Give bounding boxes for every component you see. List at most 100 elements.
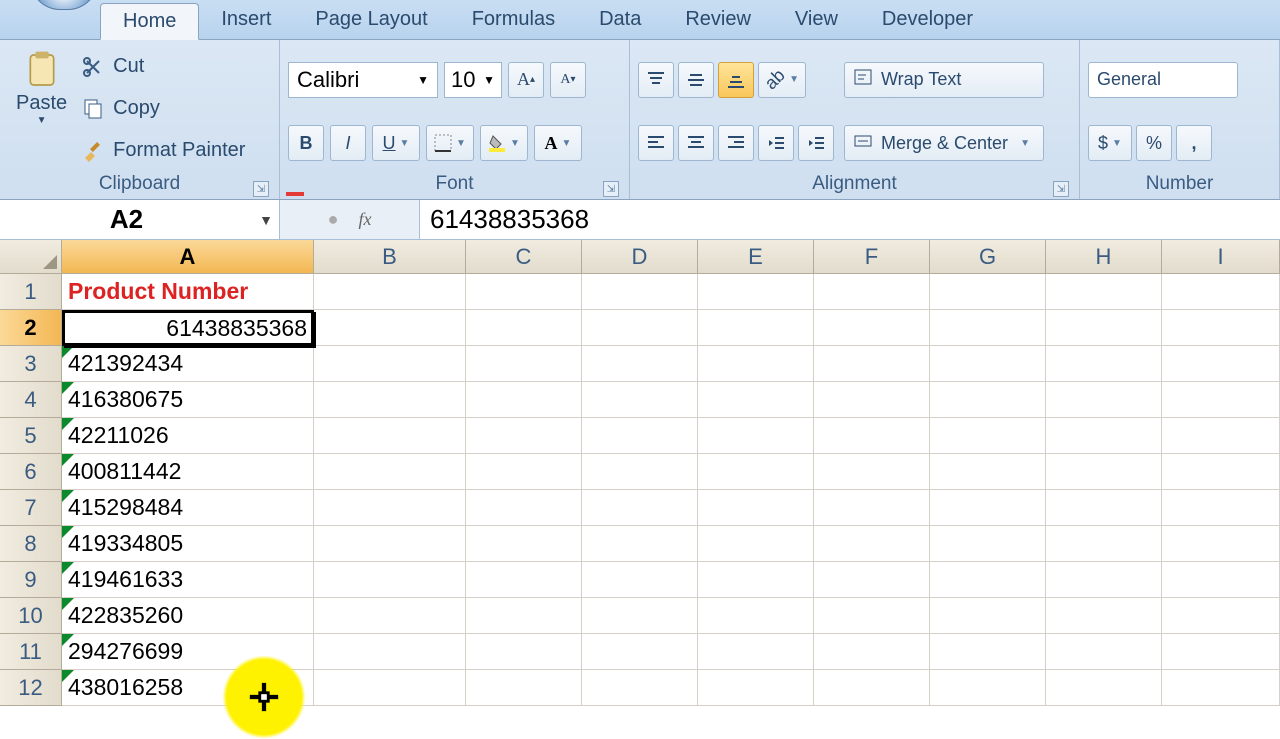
row-header-1[interactable]: 1 <box>0 274 62 310</box>
cell-E2[interactable] <box>698 310 814 346</box>
cell-C12[interactable] <box>466 670 582 706</box>
tab-view[interactable]: View <box>773 2 860 39</box>
cell-H11[interactable] <box>1046 634 1162 670</box>
row-header-3[interactable]: 3 <box>0 346 62 382</box>
cell-I7[interactable] <box>1162 490 1280 526</box>
cell-H8[interactable] <box>1046 526 1162 562</box>
col-header-C[interactable]: C <box>466 240 582 274</box>
col-header-E[interactable]: E <box>698 240 814 274</box>
cell-A7[interactable]: 415298484 <box>62 490 314 526</box>
cell-H2[interactable] <box>1046 310 1162 346</box>
cell-A8[interactable]: 419334805 <box>62 526 314 562</box>
cell-G3[interactable] <box>930 346 1046 382</box>
cell-D4[interactable] <box>582 382 698 418</box>
cell-I4[interactable] <box>1162 382 1280 418</box>
cell-A5[interactable]: 42211026 <box>62 418 314 454</box>
fill-color-button[interactable]: ▼ <box>480 125 528 161</box>
number-format-select[interactable]: General <box>1088 62 1238 98</box>
cell-I12[interactable] <box>1162 670 1280 706</box>
align-bottom-button[interactable] <box>718 62 754 98</box>
cell-G5[interactable] <box>930 418 1046 454</box>
cell-D1[interactable] <box>582 274 698 310</box>
cell-C3[interactable] <box>466 346 582 382</box>
row-header-11[interactable]: 11 <box>0 634 62 670</box>
tab-data[interactable]: Data <box>577 2 663 39</box>
cell-E7[interactable] <box>698 490 814 526</box>
col-header-F[interactable]: F <box>814 240 930 274</box>
copy-button[interactable]: Copy <box>81 89 245 127</box>
launcher-icon[interactable]: ⇲ <box>1053 181 1069 197</box>
cell-F10[interactable] <box>814 598 930 634</box>
cell-G10[interactable] <box>930 598 1046 634</box>
cell-F8[interactable] <box>814 526 930 562</box>
tab-developer[interactable]: Developer <box>860 2 995 39</box>
align-right-button[interactable] <box>718 125 754 161</box>
cell-E11[interactable] <box>698 634 814 670</box>
cell-H3[interactable] <box>1046 346 1162 382</box>
decrease-indent-button[interactable] <box>758 125 794 161</box>
row-header-12[interactable]: 12 <box>0 670 62 706</box>
increase-indent-button[interactable] <box>798 125 834 161</box>
cell-C8[interactable] <box>466 526 582 562</box>
cell-E5[interactable] <box>698 418 814 454</box>
col-header-B[interactable]: B <box>314 240 466 274</box>
cell-F6[interactable] <box>814 454 930 490</box>
cell-A2[interactable]: 61438835368 <box>62 310 314 346</box>
cell-D3[interactable] <box>582 346 698 382</box>
cell-B3[interactable] <box>314 346 466 382</box>
cell-F5[interactable] <box>814 418 930 454</box>
tab-insert[interactable]: Insert <box>199 2 293 39</box>
cell-G2[interactable] <box>930 310 1046 346</box>
name-box[interactable]: A2 ▼ <box>0 200 280 239</box>
cell-C2[interactable] <box>466 310 582 346</box>
cell-B2[interactable] <box>314 310 466 346</box>
paste-button[interactable]: Paste ▼ <box>8 46 75 171</box>
col-header-D[interactable]: D <box>582 240 698 274</box>
cell-H9[interactable] <box>1046 562 1162 598</box>
row-header-10[interactable]: 10 <box>0 598 62 634</box>
cell-B8[interactable] <box>314 526 466 562</box>
cell-F7[interactable] <box>814 490 930 526</box>
tab-home[interactable]: Home <box>100 3 199 40</box>
cell-D5[interactable] <box>582 418 698 454</box>
font-size-select[interactable]: 10▼ <box>444 62 502 98</box>
cell-H6[interactable] <box>1046 454 1162 490</box>
cell-B12[interactable] <box>314 670 466 706</box>
cell-I1[interactable] <box>1162 274 1280 310</box>
cell-C10[interactable] <box>466 598 582 634</box>
orientation-button[interactable]: ab▼ <box>758 62 806 98</box>
cell-C11[interactable] <box>466 634 582 670</box>
cell-H4[interactable] <box>1046 382 1162 418</box>
bold-button[interactable]: B <box>288 125 324 161</box>
cell-E12[interactable] <box>698 670 814 706</box>
cell-B1[interactable] <box>314 274 466 310</box>
cell-G11[interactable] <box>930 634 1046 670</box>
cell-E1[interactable] <box>698 274 814 310</box>
underline-button[interactable]: U▼ <box>372 125 420 161</box>
cell-D12[interactable] <box>582 670 698 706</box>
cell-G4[interactable] <box>930 382 1046 418</box>
cell-B9[interactable] <box>314 562 466 598</box>
borders-button[interactable]: ▼ <box>426 125 474 161</box>
cell-C6[interactable] <box>466 454 582 490</box>
cell-F11[interactable] <box>814 634 930 670</box>
shrink-font-button[interactable]: A▾ <box>550 62 586 98</box>
align-top-button[interactable] <box>638 62 674 98</box>
cell-E4[interactable] <box>698 382 814 418</box>
select-all-corner[interactable] <box>0 240 62 274</box>
cell-D2[interactable] <box>582 310 698 346</box>
cell-E8[interactable] <box>698 526 814 562</box>
launcher-icon[interactable]: ⇲ <box>253 181 269 197</box>
cell-B7[interactable] <box>314 490 466 526</box>
cell-D9[interactable] <box>582 562 698 598</box>
cell-C5[interactable] <box>466 418 582 454</box>
cell-A9[interactable]: 419461633 <box>62 562 314 598</box>
cell-I2[interactable] <box>1162 310 1280 346</box>
cell-A10[interactable]: 422835260 <box>62 598 314 634</box>
cell-I8[interactable] <box>1162 526 1280 562</box>
cut-button[interactable]: Cut <box>81 48 245 86</box>
align-middle-button[interactable] <box>678 62 714 98</box>
merge-center-button[interactable]: Merge & Center ▼ <box>844 125 1044 161</box>
cell-D11[interactable] <box>582 634 698 670</box>
align-center-button[interactable] <box>678 125 714 161</box>
